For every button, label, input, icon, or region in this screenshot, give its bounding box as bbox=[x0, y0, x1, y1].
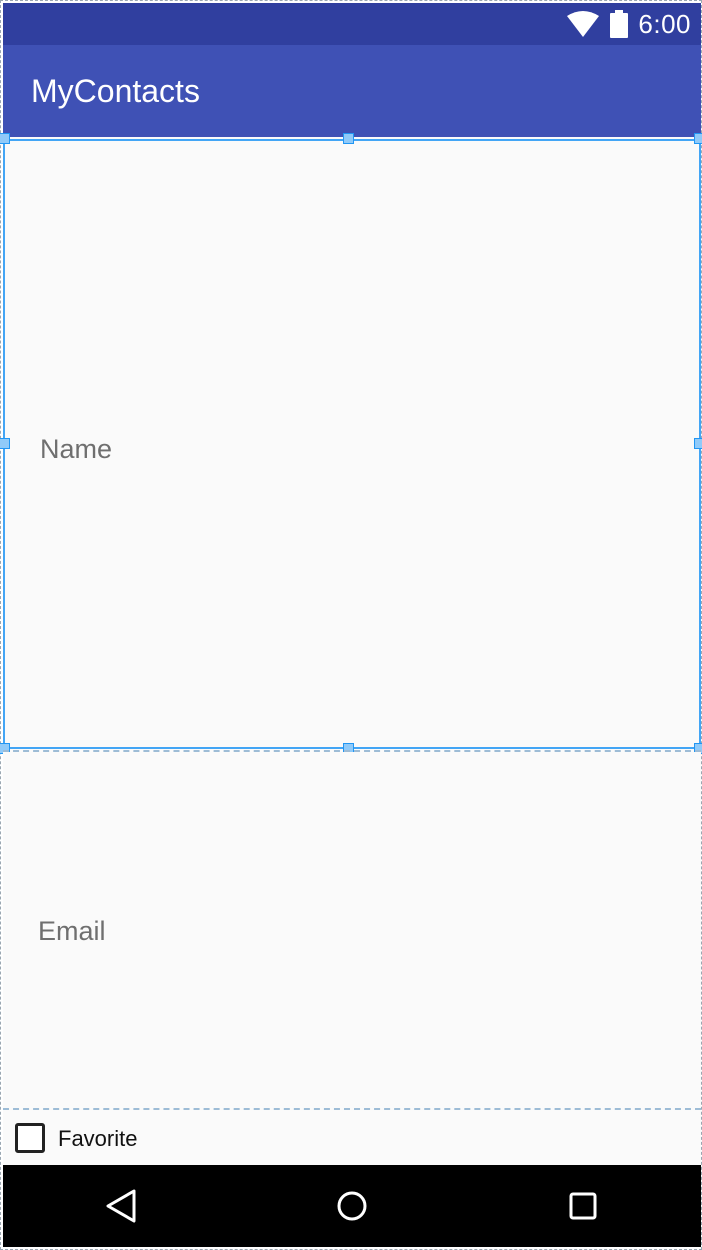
resize-handle-top-left[interactable] bbox=[0, 133, 10, 144]
device-frame: 6:00 MyContacts Name Email Favorite bbox=[0, 0, 702, 1250]
recents-icon bbox=[569, 1192, 597, 1220]
resize-handle-top-right[interactable] bbox=[694, 133, 702, 144]
app-bar: MyContacts bbox=[3, 45, 701, 137]
email-placeholder: Email bbox=[38, 916, 106, 946]
resize-handle-top[interactable] bbox=[343, 133, 354, 144]
resize-handle-right[interactable] bbox=[694, 438, 702, 449]
navigation-bar bbox=[3, 1165, 701, 1247]
favorite-checkbox[interactable] bbox=[15, 1123, 45, 1153]
battery-icon bbox=[610, 10, 629, 38]
status-icons: 6:00 bbox=[566, 3, 691, 45]
resize-handle-left[interactable] bbox=[0, 438, 10, 449]
home-icon bbox=[337, 1191, 367, 1221]
favorite-row[interactable]: Favorite bbox=[3, 1110, 701, 1165]
name-field[interactable]: Name bbox=[3, 139, 701, 749]
back-icon bbox=[106, 1189, 136, 1223]
favorite-label: Favorite bbox=[58, 1126, 138, 1151]
status-bar: 6:00 bbox=[3, 3, 701, 45]
app-title: MyContacts bbox=[31, 73, 200, 109]
back-button[interactable] bbox=[71, 1165, 171, 1247]
content-area: Name Email Favorite bbox=[0, 133, 702, 1165]
home-button[interactable] bbox=[302, 1165, 402, 1247]
status-time: 6:00 bbox=[638, 9, 691, 39]
email-field[interactable]: Email bbox=[3, 752, 701, 1108]
recents-button[interactable] bbox=[533, 1165, 633, 1247]
name-placeholder: Name bbox=[40, 434, 113, 464]
wifi-icon bbox=[567, 11, 600, 37]
